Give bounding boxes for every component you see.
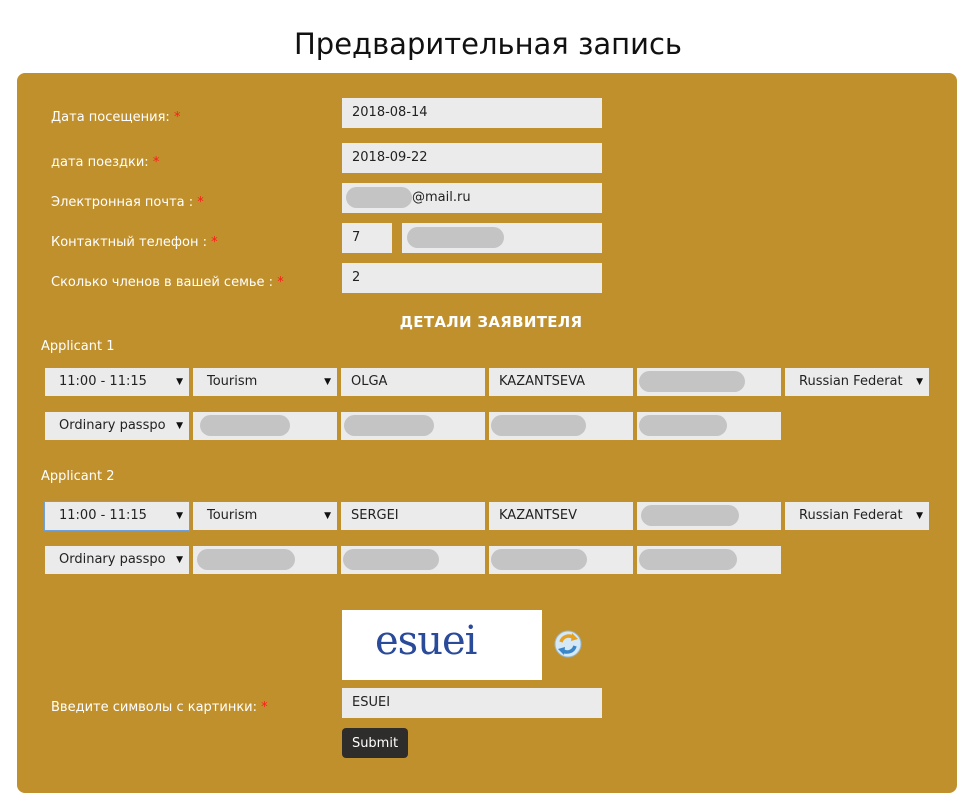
redacted-value xyxy=(343,549,439,570)
applicant-2-field-redacted-2[interactable] xyxy=(341,546,485,574)
chevron-down-icon: ▼ xyxy=(176,421,183,431)
applicant-1-passport-type-select[interactable]: Ordinary passpo ▼ xyxy=(45,412,189,440)
redacted-value xyxy=(197,549,295,570)
redacted-value xyxy=(639,371,745,392)
submit-button[interactable]: Submit xyxy=(342,728,408,758)
redacted-value xyxy=(344,415,434,436)
applicant-2-field-redacted-3[interactable] xyxy=(489,546,633,574)
applicant-2-first-name-input[interactable]: SERGEI xyxy=(341,502,485,530)
applicant-2-field-redacted[interactable] xyxy=(637,502,781,530)
chevron-down-icon: ▼ xyxy=(176,511,183,521)
applicant-1-label: Applicant 1 xyxy=(41,339,115,354)
redacted-value xyxy=(491,415,586,436)
captcha-text: esuei xyxy=(375,618,477,664)
visit-date-label: Дата посещения: * xyxy=(51,110,181,125)
applicant-1-passport-number-input[interactable] xyxy=(193,412,337,440)
applicant-2-purpose-select[interactable]: Tourism ▼ xyxy=(193,502,337,530)
chevron-down-icon: ▼ xyxy=(916,377,923,387)
phone-country-code-input[interactable]: 7 xyxy=(342,223,392,253)
redacted-value xyxy=(639,549,737,570)
applicant-1-field-redacted-2[interactable] xyxy=(341,412,485,440)
visit-date-input[interactable]: 2018-08-14 xyxy=(342,98,602,128)
captcha-label: Введите символы с картинки: * xyxy=(51,700,268,715)
page-title: Предварительная запись xyxy=(293,27,683,61)
redacted-value xyxy=(491,549,587,570)
family-size-label: Сколько членов в вашей семье : * xyxy=(51,275,284,290)
chevron-down-icon: ▼ xyxy=(176,377,183,387)
applicant-1-field-redacted-4[interactable] xyxy=(637,412,781,440)
applicant-1-country-select[interactable]: Russian Federat ▼ xyxy=(785,368,929,396)
applicant-2-country-select[interactable]: Russian Federat ▼ xyxy=(785,502,929,530)
applicant-1-purpose-select[interactable]: Tourism ▼ xyxy=(193,368,337,396)
trip-date-label: дата поездки: * xyxy=(51,155,160,170)
trip-date-input[interactable]: 2018-09-22 xyxy=(342,143,602,173)
applicant-2-time-select[interactable]: 11:00 - 11:15 ▼ xyxy=(44,501,190,531)
applicant-1-last-name-input[interactable]: KAZANTSEVA xyxy=(489,368,633,396)
applicant-1-field-redacted-3[interactable] xyxy=(489,412,633,440)
applicant-2-passport-type-select[interactable]: Ordinary passpo ▼ xyxy=(45,546,189,574)
phone-number-input[interactable] xyxy=(402,223,602,253)
redacted-email-user xyxy=(346,187,412,208)
chevron-down-icon: ▼ xyxy=(916,511,923,521)
redacted-value xyxy=(641,505,739,526)
chevron-down-icon: ▼ xyxy=(324,377,331,387)
captcha-input[interactable]: ESUEI xyxy=(342,688,602,718)
redacted-value xyxy=(639,415,727,436)
applicant-2-passport-number-input[interactable] xyxy=(193,546,337,574)
redacted-phone-number xyxy=(407,227,504,248)
email-input[interactable]: @mail.ru xyxy=(342,183,602,213)
email-label: Электронная почта : * xyxy=(51,195,204,210)
applicant-1-time-select[interactable]: 11:00 - 11:15 ▼ xyxy=(45,368,189,396)
applicant-2-label: Applicant 2 xyxy=(41,469,115,484)
applicant-2-last-name-input[interactable]: KAZANTSEV xyxy=(489,502,633,530)
applicant-1-first-name-input[interactable]: OLGA xyxy=(341,368,485,396)
chevron-down-icon: ▼ xyxy=(176,555,183,565)
applicant-1-field-redacted[interactable] xyxy=(637,368,781,396)
refresh-icon[interactable] xyxy=(553,629,583,663)
chevron-down-icon: ▼ xyxy=(324,511,331,521)
applicant-2-field-redacted-4[interactable] xyxy=(637,546,781,574)
phone-label: Контактный телефон : * xyxy=(51,235,218,250)
captcha-image: esuei xyxy=(342,610,542,680)
family-size-input[interactable]: 2 xyxy=(342,263,602,293)
applicant-details-heading: ДЕТАЛИ ЗАЯВИТЕЛЯ xyxy=(399,313,583,331)
redacted-value xyxy=(200,415,290,436)
